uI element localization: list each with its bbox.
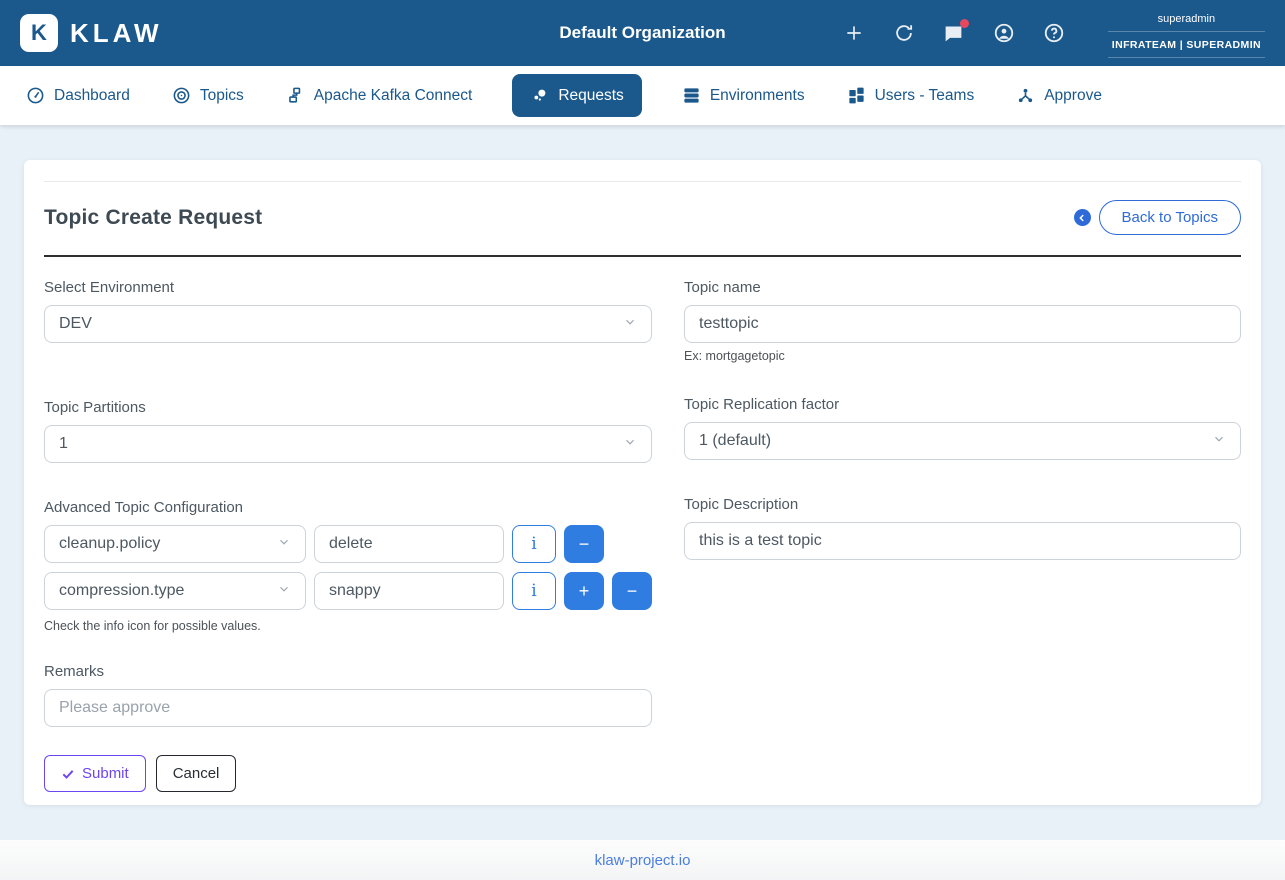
topic-name-field-group: Topic name Ex: mortgagetopic — [684, 279, 1241, 363]
topic-name-helper: Ex: mortgagetopic — [684, 349, 1241, 363]
remarks-field-group: Remarks — [44, 663, 652, 727]
config-value-input[interactable] — [314, 572, 504, 610]
tab-label: Requests — [558, 87, 623, 105]
description-label: Topic Description — [684, 496, 1241, 513]
chevron-down-icon — [623, 315, 637, 334]
partitions-field-group: Topic Partitions 1 — [44, 399, 652, 463]
tab-label: Approve — [1044, 87, 1102, 105]
form-left-column: Select Environment DEV Topic Partitions … — [44, 279, 652, 792]
chevron-down-icon — [277, 535, 291, 554]
tiles-icon — [847, 86, 866, 105]
dots-icon — [530, 86, 549, 105]
tab-label: Apache Kafka Connect — [314, 87, 473, 105]
config-key-value: compression.type — [59, 582, 184, 600]
user-team-role: INFRATEAM | SUPERADMIN — [1108, 32, 1265, 58]
main-content: Topic Create Request Back to Topics Sele… — [0, 125, 1285, 840]
submit-button[interactable]: Submit — [44, 755, 146, 792]
servers-icon — [682, 86, 701, 105]
brand-name: KLAW — [70, 18, 163, 49]
gauge-icon — [26, 86, 45, 105]
partitions-label: Topic Partitions — [44, 399, 652, 416]
tab-requests[interactable]: Requests — [512, 74, 641, 117]
tab-topics[interactable]: Topics — [170, 74, 246, 117]
card-header: Topic Create Request Back to Topics — [44, 182, 1241, 257]
chevron-down-icon — [1212, 432, 1226, 451]
klaw-logo-icon: K — [20, 14, 58, 52]
form-right-column: Topic name Ex: mortgagetopic Topic Repli… — [684, 279, 1241, 792]
user-menu[interactable]: superadmin INFRATEAM | SUPERADMIN — [1108, 8, 1265, 58]
remarks-input[interactable] — [44, 689, 652, 727]
network-icon — [286, 86, 305, 105]
topic-name-input[interactable] — [684, 305, 1241, 343]
tab-environments[interactable]: Environments — [680, 74, 807, 117]
advanced-config-label: Advanced Topic Configuration — [44, 499, 652, 516]
nodes-icon — [1016, 86, 1035, 105]
info-button[interactable]: i — [512, 572, 556, 610]
messages-icon[interactable] — [942, 21, 966, 45]
help-icon[interactable] — [1042, 21, 1066, 45]
footer: klaw-project.io — [0, 840, 1285, 880]
notification-badge — [960, 19, 969, 28]
brand[interactable]: K KLAW — [20, 14, 163, 52]
back-arrow-icon[interactable] — [1074, 209, 1091, 226]
form-actions: Submit Cancel — [44, 755, 652, 792]
tab-label: Users - Teams — [875, 87, 975, 105]
partitions-select[interactable]: 1 — [44, 425, 652, 463]
replication-field-group: Topic Replication factor 1 (default) — [684, 396, 1241, 460]
cancel-button[interactable]: Cancel — [156, 755, 237, 792]
tab-kafka-connect[interactable]: Apache Kafka Connect — [284, 74, 475, 117]
main-navigation: Dashboard Topics Apache Kafka Connect Re… — [0, 66, 1285, 125]
config-value-input[interactable] — [314, 525, 504, 563]
tab-label: Environments — [710, 87, 805, 105]
username: superadmin — [1108, 8, 1265, 32]
page-title: Topic Create Request — [44, 206, 262, 230]
tab-dashboard[interactable]: Dashboard — [24, 74, 132, 117]
organization-title: Default Organization — [559, 23, 725, 43]
topic-create-card: Topic Create Request Back to Topics Sele… — [24, 160, 1261, 805]
topic-name-label: Topic name — [684, 279, 1241, 296]
tab-users-teams[interactable]: Users - Teams — [845, 74, 977, 117]
replication-select[interactable]: 1 (default) — [684, 422, 1241, 460]
refresh-icon[interactable] — [892, 21, 916, 45]
advanced-config-helper: Check the info icon for possible values. — [44, 619, 652, 633]
chevron-down-icon — [277, 582, 291, 601]
advanced-config-group: Advanced Topic Configuration cleanup.pol… — [44, 499, 652, 633]
topic-request-form: Select Environment DEV Topic Partitions … — [44, 257, 1241, 792]
tab-approve[interactable]: Approve — [1014, 74, 1104, 117]
partitions-selected-value: 1 — [59, 435, 68, 453]
remarks-label: Remarks — [44, 663, 652, 680]
advanced-config-row: cleanup.policy i − — [44, 525, 652, 563]
remove-config-button[interactable]: − — [564, 525, 604, 563]
remove-config-button[interactable]: − — [612, 572, 652, 610]
environment-selected-value: DEV — [59, 315, 92, 333]
environment-select[interactable]: DEV — [44, 305, 652, 343]
check-icon — [61, 767, 75, 781]
environment-label: Select Environment — [44, 279, 652, 296]
config-key-select[interactable]: cleanup.policy — [44, 525, 306, 563]
top-navbar: K KLAW Default Organization — [0, 0, 1285, 66]
add-config-button[interactable]: + — [564, 572, 604, 610]
description-input[interactable] — [684, 522, 1241, 560]
add-icon[interactable] — [842, 21, 866, 45]
advanced-config-row: compression.type i + − — [44, 572, 652, 610]
target-icon — [172, 86, 191, 105]
back-to-topics: Back to Topics — [1074, 200, 1241, 235]
tab-label: Topics — [200, 87, 244, 105]
submit-label: Submit — [82, 765, 129, 782]
klaw-project-link[interactable]: klaw-project.io — [595, 852, 691, 869]
config-key-value: cleanup.policy — [59, 535, 160, 553]
back-to-topics-button[interactable]: Back to Topics — [1099, 200, 1241, 235]
replication-selected-value: 1 (default) — [699, 432, 771, 450]
navbar-actions: superadmin INFRATEAM | SUPERADMIN — [842, 8, 1265, 58]
card-top-divider — [44, 160, 1241, 182]
description-field-group: Topic Description — [684, 496, 1241, 560]
config-key-select[interactable]: compression.type — [44, 572, 306, 610]
info-button[interactable]: i — [512, 525, 556, 563]
user-icon[interactable] — [992, 21, 1016, 45]
tab-label: Dashboard — [54, 87, 130, 105]
chevron-down-icon — [623, 435, 637, 454]
environment-field-group: Select Environment DEV — [44, 279, 652, 343]
replication-label: Topic Replication factor — [684, 396, 1241, 413]
